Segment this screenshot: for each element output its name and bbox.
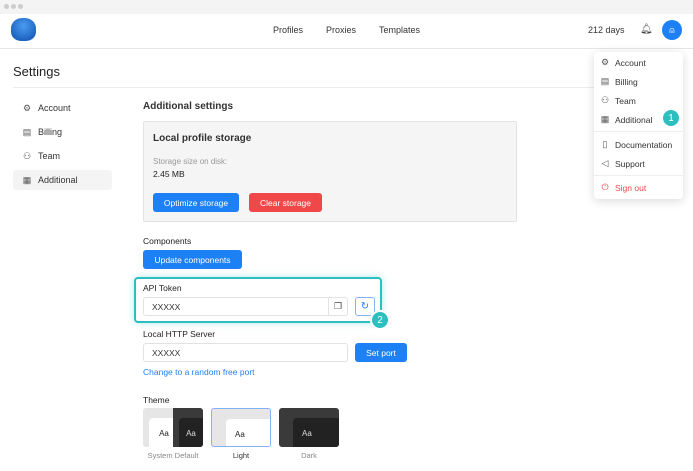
menu-item-additional[interactable]: ▦ Additional xyxy=(600,114,653,125)
sign-out-icon: ⏻ xyxy=(601,182,609,192)
sidebar-item-label: Account xyxy=(38,103,71,113)
annotation-badge-2: 2 xyxy=(370,310,390,330)
sidebar-item-label: Additional xyxy=(38,175,78,185)
section-heading: Additional settings xyxy=(143,101,233,112)
sidebar-item-additional[interactable]: ▦ Additional xyxy=(13,170,112,190)
menu-item-account[interactable]: ⚙ Account xyxy=(600,57,646,68)
user-icon: ⍝ xyxy=(669,24,675,35)
storage-size-value: 2.45 MB xyxy=(153,169,185,179)
menu-label: Sign out xyxy=(615,182,647,193)
window-titlebar xyxy=(0,0,693,14)
menu-item-team[interactable]: ⚇ Team xyxy=(600,95,636,106)
menu-item-documentation[interactable]: ▯ Documentation xyxy=(600,139,673,150)
sidebar-item-account[interactable]: ⚙ Account xyxy=(13,98,112,118)
clear-storage-button[interactable]: Clear storage xyxy=(249,193,322,212)
menu-item-sign-out[interactable]: ⏻ Sign out xyxy=(600,182,646,193)
users-icon: ⚇ xyxy=(600,95,610,105)
copy-icon: ❐ xyxy=(333,301,343,311)
storage-title: Local profile storage xyxy=(153,133,252,144)
menu-divider xyxy=(594,131,683,132)
api-token-value: XXXXX xyxy=(152,301,181,312)
sidebar-item-team[interactable]: ⚇ Team xyxy=(13,146,112,166)
app-logo[interactable] xyxy=(11,18,36,41)
menu-label: Billing xyxy=(615,76,638,87)
theme-label-system: System Default xyxy=(147,451,199,460)
menu-label: Team xyxy=(615,95,636,106)
document-icon: ▯ xyxy=(602,139,608,149)
menu-label: Support xyxy=(615,158,645,169)
update-components-button[interactable]: Update components xyxy=(143,250,242,269)
gear-icon: ⚙ xyxy=(600,57,610,67)
bell-icon[interactable]: 🔔︎ xyxy=(640,24,653,35)
http-server-label: Local HTTP Server xyxy=(143,329,216,339)
nav-profiles[interactable]: Profiles xyxy=(273,25,303,35)
theme-light[interactable]: Aa xyxy=(211,408,271,447)
page-title: Settings xyxy=(13,64,60,79)
refresh-icon: ↻ xyxy=(360,301,370,312)
grid-icon: ▦ xyxy=(600,114,610,124)
optimize-storage-button[interactable]: Optimize storage xyxy=(153,193,239,212)
receipt-icon: ▤ xyxy=(22,126,32,137)
nav-proxies[interactable]: Proxies xyxy=(326,25,356,35)
theme-sample: Aa xyxy=(226,419,270,446)
components-label: Components xyxy=(143,236,192,246)
theme-dark[interactable]: Aa xyxy=(279,408,339,447)
avatar-button[interactable]: ⍝ xyxy=(662,20,682,40)
window-close-dot[interactable] xyxy=(4,4,9,9)
theme-system-default[interactable]: Aa Aa xyxy=(143,408,203,447)
menu-item-billing[interactable]: ▤ Billing xyxy=(600,76,638,87)
annotation-badge-1: 1 xyxy=(661,108,681,128)
days-left: 212 days xyxy=(588,25,625,35)
theme-sample: Aa xyxy=(293,418,339,447)
sidebar-item-billing[interactable]: ▤ Billing xyxy=(13,122,112,142)
menu-label: Documentation xyxy=(615,139,673,150)
nav-templates[interactable]: Templates xyxy=(379,25,420,35)
theme-label-light: Light xyxy=(232,451,250,460)
api-token-label: API Token xyxy=(143,283,182,293)
menu-label: Additional xyxy=(615,114,653,125)
send-icon: ◁ xyxy=(601,158,609,168)
menu-label: Account xyxy=(615,57,646,68)
sidebar-item-label: Team xyxy=(38,151,61,161)
menu-divider xyxy=(594,175,683,176)
title-divider xyxy=(13,87,683,88)
theme-label: Theme xyxy=(143,395,170,405)
receipt-icon: ▤ xyxy=(600,76,610,86)
http-port-value: XXXXX xyxy=(152,347,181,358)
theme-sample-dark: Aa xyxy=(179,418,203,447)
copy-token-button[interactable]: ❐ xyxy=(328,298,347,315)
set-port-button[interactable]: Set port xyxy=(355,343,407,362)
window-maximize-dot[interactable] xyxy=(18,4,23,9)
window-minimize-dot[interactable] xyxy=(11,4,16,9)
api-token-input[interactable]: XXXXX xyxy=(143,297,348,316)
sidebar-item-label: Billing xyxy=(38,127,63,137)
gear-icon: ⚙ xyxy=(22,102,32,113)
theme-label-dark: Dark xyxy=(301,451,317,460)
storage-size-label: Storage size on disk: xyxy=(153,157,228,166)
users-icon: ⚇ xyxy=(22,150,32,161)
random-port-link[interactable]: Change to a random free port xyxy=(143,367,255,377)
grid-icon: ▦ xyxy=(22,174,32,185)
http-port-input[interactable]: XXXXX xyxy=(143,343,348,362)
menu-item-support[interactable]: ◁ Support xyxy=(600,158,645,169)
